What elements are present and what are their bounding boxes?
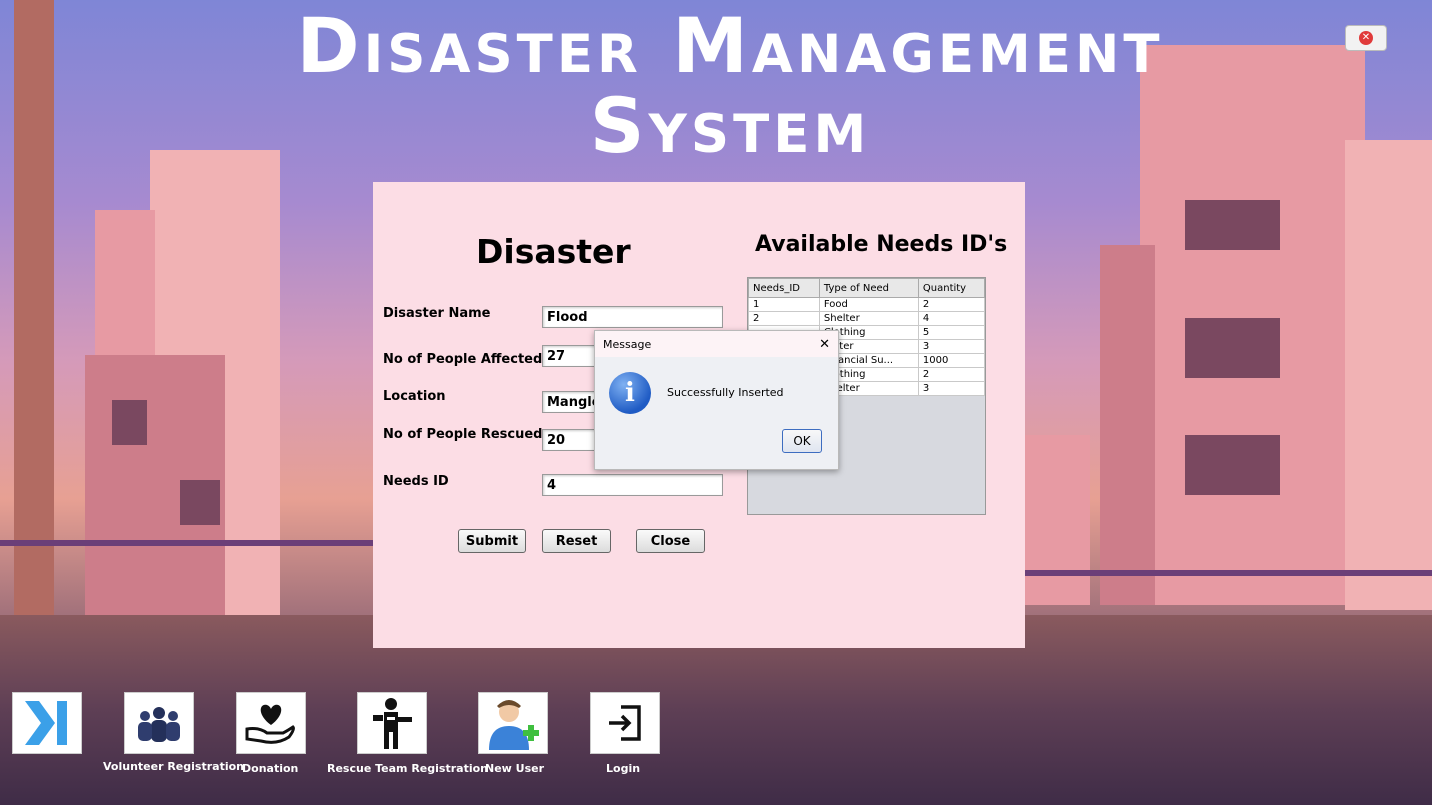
column-header[interactable]: Needs_ID [748,278,820,298]
needs-id-input[interactable]: 4 [542,474,723,496]
people-rescued-label: No of People Rescued [383,427,543,442]
dock-volunteer-button[interactable] [124,692,194,754]
add-user-icon [489,700,539,750]
dialog-title: Message [603,337,652,351]
dialog-title-bar: Message ✕ [595,331,838,357]
people-affected-label: No of People Affected [383,352,543,367]
app-title: Disaster Management System [296,1,1164,170]
column-header[interactable]: Quantity [917,278,986,298]
table-cell: 1000 [917,353,986,368]
ok-button[interactable]: OK [782,429,822,453]
table-cell: 2 [917,297,986,312]
needs-table-header: Needs_ID Type of Need Quantity [748,278,986,298]
dock-label: Donation [242,762,299,775]
dialog-close-icon[interactable]: ✕ [819,337,830,352]
column-header[interactable]: Type of Need [818,278,919,298]
table-cell: 5 [917,325,986,340]
needs-heading: Available Needs ID's [755,232,1008,257]
login-icon [609,705,641,741]
dock-donation-button[interactable] [236,692,306,754]
disaster-name-label: Disaster Name [383,306,491,321]
disaster-name-input[interactable]: Flood [542,306,723,328]
table-cell: Food [818,297,919,312]
table-cell: 3 [917,381,986,396]
table-cell: 2 [748,311,820,326]
form-heading: Disaster [476,232,631,271]
rescuer-icon [373,698,412,749]
table-row[interactable]: 1 Food 2 [748,297,986,312]
dock-label: Rescue Team Registration [327,762,488,775]
dock-label: Volunteer Registration [103,760,244,773]
submit-button[interactable]: Submit [458,529,526,553]
dock-skip-button[interactable] [12,692,82,754]
dock-label: Login [606,762,641,775]
info-icon: i [609,372,651,414]
table-cell: 1 [748,297,820,312]
reset-button[interactable]: Reset [542,529,611,553]
table-cell: 3 [917,339,986,354]
group-icon [138,707,180,742]
window-close-button[interactable]: ✕ [1345,25,1387,51]
dock-label: New User [485,762,545,775]
close-button[interactable]: Close [636,529,705,553]
heart-hand-icon [245,704,295,744]
needs-id-label: Needs ID [383,474,449,489]
close-icon: ✕ [1359,31,1373,45]
message-dialog: Message ✕ i Successfully Inserted OK [594,330,839,470]
dock-new-user-button[interactable] [478,692,548,754]
location-label: Location [383,389,446,404]
table-cell: 2 [917,367,986,382]
table-cell: Shelter [818,311,919,326]
table-cell: 4 [917,311,986,326]
skip-forward-icon [25,701,67,745]
dialog-message: Successfully Inserted [667,386,784,399]
dock-login-button[interactable] [590,692,660,754]
table-row[interactable]: 2 Shelter 4 [748,311,986,326]
dock-rescue-team-button[interactable] [357,692,427,754]
